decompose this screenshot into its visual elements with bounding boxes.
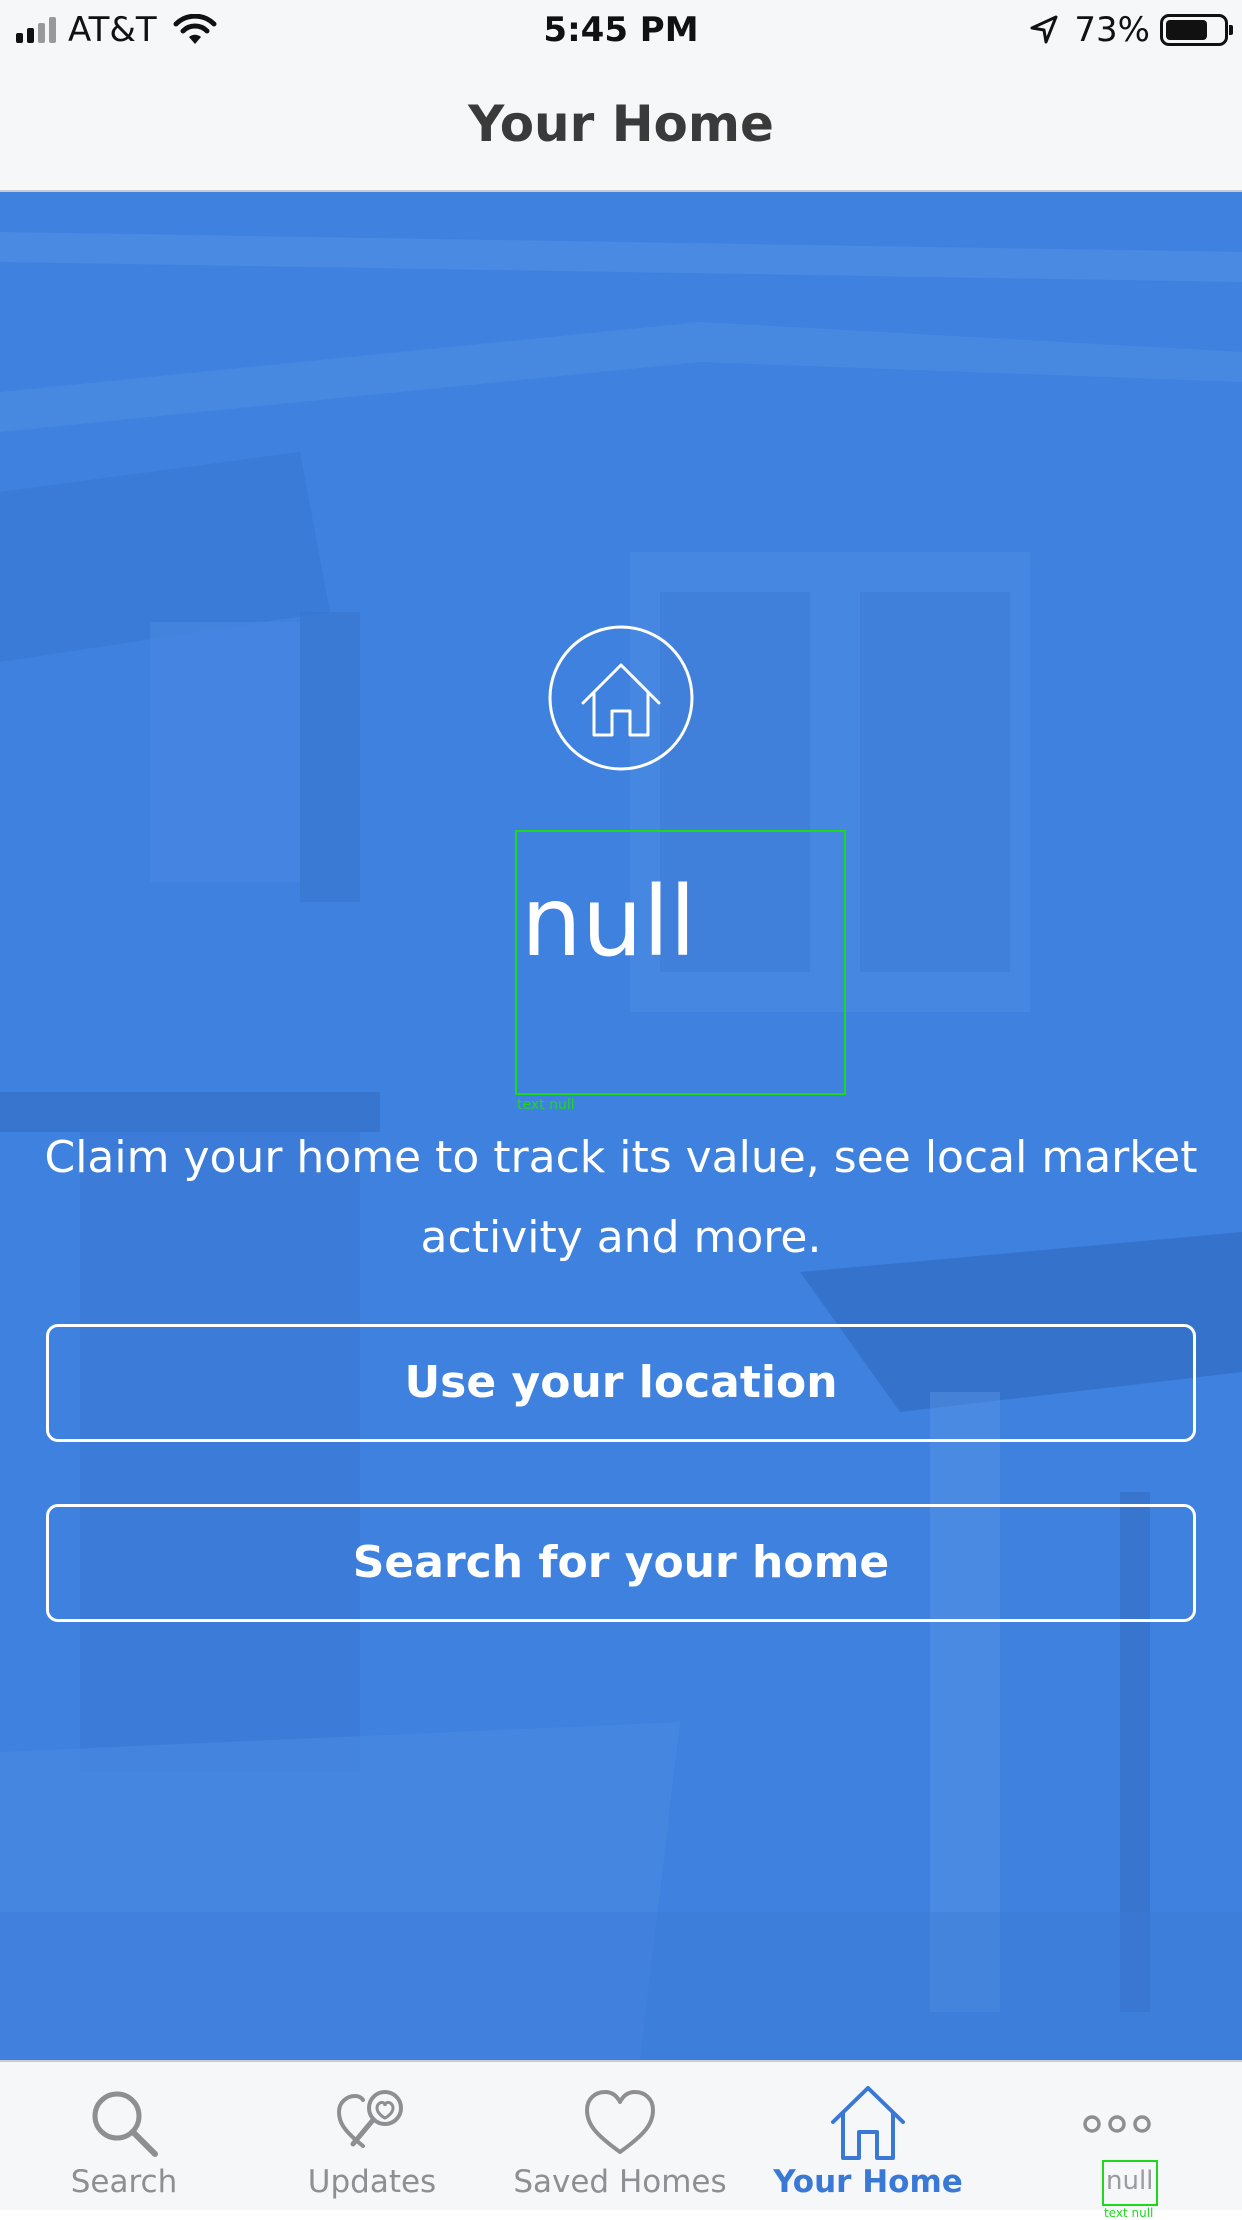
tab-search[interactable]: Search [0, 2062, 248, 2210]
nav-header: Your Home [0, 62, 1242, 192]
home-address-value: null [521, 866, 697, 978]
more-dots-icon [1083, 2115, 1151, 2133]
tab-saved-homes[interactable]: Saved Homes [496, 2062, 744, 2210]
tab-more[interactable]: null text null [992, 2062, 1242, 2220]
tab-your-home[interactable]: Your Home [744, 2062, 992, 2210]
hero-panel: null text null Claim your home to track … [0, 192, 1242, 2060]
tab-search-label: Search [70, 2164, 178, 2200]
battery-fill [1166, 20, 1207, 40]
battery-icon [1160, 14, 1233, 46]
debug-label: text null [1104, 2206, 1154, 2220]
battery-percent: 73% [1074, 10, 1150, 50]
tab-updates[interactable]: Updates [248, 2062, 496, 2210]
location-arrow-icon [1030, 15, 1058, 44]
tab-bar: Search Updates Saved Homes Your Home nul… [0, 2060, 1242, 2220]
debug-label: text null [517, 1097, 575, 1113]
page-title: Your Home [468, 95, 774, 153]
heart-icon [585, 2090, 655, 2154]
claim-home-message: Claim your home to track its value, see … [44, 1132, 1198, 1263]
status-right: 73% [1028, 10, 1233, 50]
tab-your-home-label: Your Home [773, 2164, 963, 2200]
tab-updates-label: Updates [307, 2164, 437, 2200]
search-for-home-button[interactable]: Search for your home [46, 1504, 1196, 1622]
updates-heart-search-icon [336, 2090, 403, 2148]
tab-more-label: null [1106, 2166, 1154, 2196]
search-icon [92, 2091, 158, 2157]
use-location-button[interactable]: Use your location [46, 1324, 1196, 1442]
home-address-text-box: null [515, 830, 846, 1095]
status-bar: AT&T 5:45 PM 73% [0, 0, 1242, 62]
tab-more-label-box: null [1102, 2160, 1158, 2206]
house-icon [831, 2086, 905, 2160]
tab-saved-homes-label: Saved Homes [513, 2164, 727, 2200]
house-icon [548, 625, 694, 771]
